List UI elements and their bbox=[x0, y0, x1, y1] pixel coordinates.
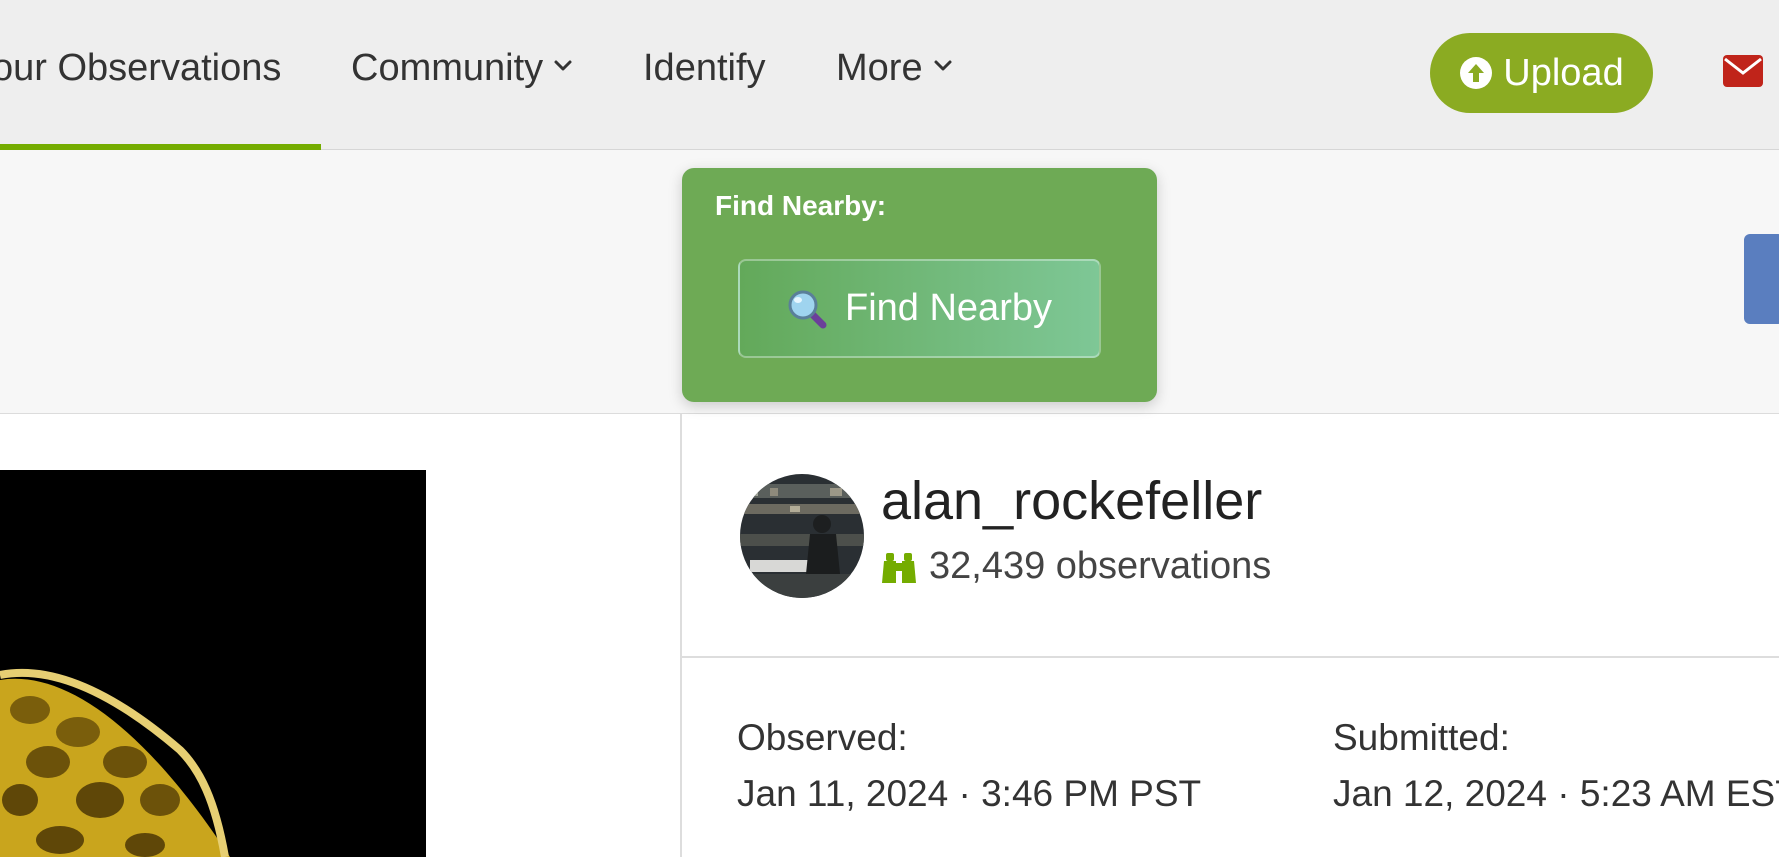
nav-community-label: Community bbox=[351, 47, 544, 89]
avatar-image bbox=[740, 474, 864, 598]
upload-button-label: Upload bbox=[1503, 51, 1624, 94]
observations-count: 32,439 observations bbox=[929, 545, 1272, 587]
avatar[interactable] bbox=[740, 474, 864, 598]
nav-more-label: More bbox=[836, 47, 923, 89]
observed-label: Observed: bbox=[737, 717, 908, 758]
chevron-down-icon bbox=[934, 60, 952, 71]
mail-icon[interactable] bbox=[1723, 55, 1763, 87]
magnifier-icon bbox=[788, 290, 827, 328]
find-nearby-button[interactable]: Find Nearby bbox=[738, 259, 1101, 358]
observed-date: Jan 11, 2024 · 3:46 PM PST bbox=[737, 773, 1202, 814]
upload-arrow-icon bbox=[1460, 57, 1493, 89]
observer-observations[interactable]: 32,439 observations bbox=[881, 545, 1271, 588]
nav-your-observations-label: our Observations bbox=[0, 47, 282, 89]
observation-photo[interactable] bbox=[0, 470, 426, 857]
column-divider bbox=[680, 414, 682, 857]
submitted-date: Jan 12, 2024 · 5:23 AM EST bbox=[1333, 773, 1779, 814]
nav-your-observations[interactable]: our Observations bbox=[0, 46, 281, 90]
share-button-edge[interactable] bbox=[1744, 234, 1779, 324]
mushroom-photo-image bbox=[0, 470, 426, 857]
find-nearby-panel: Find Nearby: Find Nearby bbox=[682, 168, 1157, 402]
top-navigation: our Observations Community Identify More… bbox=[0, 0, 1779, 150]
submitted-label: Submitted: bbox=[1333, 717, 1510, 758]
nav-identify-label: Identify bbox=[643, 47, 766, 89]
nav-community[interactable]: Community bbox=[351, 46, 573, 90]
chevron-down-icon bbox=[554, 60, 572, 71]
find-nearby-button-label: Find Nearby bbox=[845, 287, 1052, 329]
find-nearby-heading: Find Nearby: bbox=[715, 190, 887, 221]
nav-identify[interactable]: Identify bbox=[643, 46, 766, 90]
observer-username[interactable]: alan_rockefeller bbox=[881, 470, 1262, 532]
upload-button[interactable]: Upload bbox=[1430, 33, 1653, 113]
nav-more[interactable]: More bbox=[836, 46, 953, 90]
binoculars-icon bbox=[882, 552, 916, 583]
row-divider bbox=[681, 656, 1779, 658]
